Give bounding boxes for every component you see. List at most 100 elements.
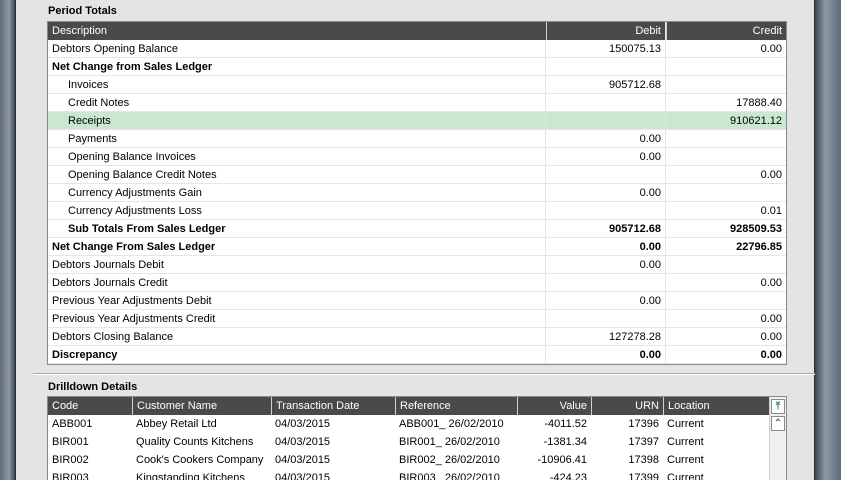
column-header-location[interactable]: Location — [663, 397, 767, 415]
row-debit: 0.00 — [546, 345, 666, 364]
cell-value: -10906.41 — [537, 454, 587, 466]
drilldown-row[interactable]: BIR001 Quality Counts Kitchens 04/03/2015 B… — [48, 433, 770, 451]
period-totals-title: Period Totals — [48, 5, 117, 17]
cell-value: -1381.34 — [543, 436, 587, 448]
period-row[interactable]: Credit Notes 17888.40 — [48, 93, 786, 112]
row-debit — [546, 201, 666, 220]
row-credit: 17888.40 — [736, 96, 782, 109]
period-row[interactable]: Debtors Opening Balance 150075.13 0.00 — [48, 39, 786, 58]
period-totals-grid[interactable]: Description Debit Credit Debtors Opening… — [47, 21, 787, 365]
cell-reference: ABB001_ 26/02/2010 — [399, 418, 504, 430]
drilldown-row[interactable]: ABB001 Abbey Retail Ltd 04/03/2015 ABB001_ … — [48, 415, 770, 433]
row-credit: 910621.12 — [730, 114, 782, 127]
period-totals-rows: Debtors Opening Balance 150075.13 0.00 Net … — [48, 39, 786, 364]
row-description: Payments — [48, 129, 546, 148]
row-debit: 0.00 — [546, 147, 666, 166]
period-row[interactable]: Debtors Journals Debit 0.00 — [48, 255, 786, 274]
row-description: Discrepancy — [48, 345, 546, 364]
row-debit: 0.00 — [546, 237, 666, 256]
row-description: Sub Totals From Sales Ledger — [48, 219, 546, 238]
row-description: Previous Year Adjustments Credit — [48, 309, 546, 328]
scroll-up-icon[interactable]: ⌃ — [771, 416, 785, 431]
period-row[interactable]: Opening Balance Invoices 0.00 — [48, 147, 786, 166]
row-description: Net Change from Sales Ledger — [48, 57, 546, 76]
row-debit: 0.00 — [546, 129, 666, 148]
row-description: Currency Adjustments Loss — [48, 201, 546, 220]
cell-reference: BIR003_ 26/02/2010 — [399, 472, 500, 480]
column-header-reference[interactable]: Reference — [395, 397, 517, 415]
cell-code: BIR001 — [52, 436, 89, 448]
drilldown-row[interactable]: BIR003 Kingstanding Kitchens 04/03/2015 BIR… — [48, 469, 770, 480]
cell-customer-name: Abbey Retail Ltd — [136, 418, 217, 430]
row-description: Receipts — [48, 111, 546, 130]
row-credit — [666, 184, 786, 202]
row-debit — [546, 111, 666, 130]
period-row[interactable]: Net Change From Sales Ledger 0.00 22796.85 — [48, 237, 786, 256]
scroll-top-icon[interactable]: ⤒ — [771, 399, 785, 414]
cell-customer-name: Kingstanding Kitchens — [136, 472, 245, 480]
period-row[interactable]: Debtors Closing Balance 127278.28 0.00 — [48, 327, 786, 346]
row-description: Debtors Journals Debit — [48, 255, 546, 274]
row-credit: 0.00 — [760, 348, 782, 361]
row-debit — [546, 93, 666, 112]
cell-transaction-date: 04/03/2015 — [275, 454, 331, 466]
row-credit: 0.00 — [760, 330, 782, 343]
row-debit: 150075.13 — [546, 39, 666, 58]
row-credit: 0.00 — [760, 42, 782, 55]
period-row[interactable]: Opening Balance Credit Notes 0.00 — [48, 165, 786, 184]
report-content: Period Totals Description Debit Credit D… — [15, 0, 815, 480]
period-row[interactable]: Discrepancy 0.00 0.00 — [48, 345, 786, 364]
period-row[interactable]: Previous Year Adjustments Debit 0.00 — [48, 291, 786, 310]
row-description: Debtors Opening Balance — [48, 39, 546, 58]
cell-code: ABB001 — [52, 418, 93, 430]
column-header-credit[interactable]: Credit — [666, 22, 786, 40]
period-row[interactable]: Sub Totals From Sales Ledger 905712.68 928… — [48, 219, 786, 238]
drilldown-title: Drilldown Details — [48, 381, 138, 393]
row-credit: 0.00 — [760, 168, 782, 181]
row-debit: 0.00 — [546, 183, 666, 202]
period-row[interactable]: Invoices 905712.68 — [48, 75, 786, 94]
row-debit — [546, 273, 666, 292]
row-debit — [546, 57, 666, 76]
cell-location: Current — [667, 436, 704, 448]
row-debit: 0.00 — [546, 291, 666, 310]
column-header-transaction-date[interactable]: Transaction Date — [271, 397, 395, 415]
row-debit: 905712.68 — [546, 219, 666, 238]
period-row[interactable]: Debtors Journals Credit 0.00 — [48, 273, 786, 292]
period-row[interactable]: Currency Adjustments Loss 0.01 — [48, 201, 786, 220]
column-header-code[interactable]: Code — [48, 397, 132, 415]
cell-transaction-date: 04/03/2015 — [275, 418, 331, 430]
drilldown-row[interactable]: BIR002 Cook's Cookers Company 04/03/2015 BI… — [48, 451, 770, 469]
row-debit: 0.00 — [546, 255, 666, 274]
section-divider — [33, 373, 815, 375]
drilldown-grid[interactable]: Code Customer Name Transaction Date Refe… — [47, 396, 787, 480]
cell-reference: BIR002_ 26/02/2010 — [399, 454, 500, 466]
column-header-value[interactable]: Value — [517, 397, 591, 415]
cell-customer-name: Quality Counts Kitchens — [136, 436, 254, 448]
cell-location: Current — [667, 472, 704, 480]
cell-code: BIR002 — [52, 454, 89, 466]
row-credit — [666, 148, 786, 166]
period-row[interactable]: Receipts 910621.12 — [48, 111, 786, 130]
period-row[interactable]: Payments 0.00 — [48, 129, 786, 148]
column-header-description[interactable]: Description — [48, 22, 546, 40]
cell-code: BIR003 — [52, 472, 89, 480]
row-description: Opening Balance Invoices — [48, 147, 546, 166]
drilldown-scrollbar[interactable]: ⤒ ⌃ — [769, 397, 786, 480]
row-description: Invoices — [48, 75, 546, 94]
cell-urn: 17398 — [628, 454, 659, 466]
period-row[interactable]: Net Change from Sales Ledger — [48, 57, 786, 76]
column-header-debit[interactable]: Debit — [546, 22, 666, 40]
column-header-customer-name[interactable]: Customer Name — [132, 397, 271, 415]
row-credit: 22796.85 — [736, 240, 782, 253]
column-header-urn[interactable]: URN — [591, 397, 663, 415]
period-row[interactable]: Currency Adjustments Gain 0.00 — [48, 183, 786, 202]
cell-reference: BIR001_ 26/02/2010 — [399, 436, 500, 448]
row-credit — [666, 76, 786, 94]
row-debit: 905712.68 — [546, 75, 666, 94]
row-credit: 928509.53 — [730, 222, 782, 235]
row-credit — [666, 292, 786, 310]
cell-urn: 17397 — [628, 436, 659, 448]
period-row[interactable]: Previous Year Adjustments Credit 0.00 — [48, 309, 786, 328]
cell-location: Current — [667, 454, 704, 466]
